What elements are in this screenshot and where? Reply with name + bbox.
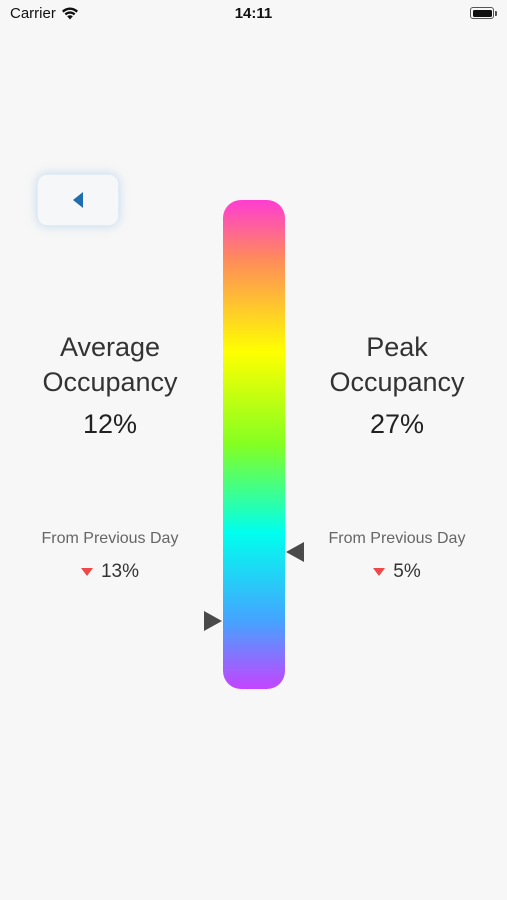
down-triangle-icon bbox=[80, 568, 93, 576]
average-occupancy-value: 12% bbox=[82, 409, 138, 439]
peak-change-caption: From Previous Day bbox=[328, 530, 466, 547]
back-button[interactable] bbox=[37, 174, 119, 226]
down-triangle-icon bbox=[373, 568, 386, 576]
status-bar: Carrier 14:11 bbox=[0, 0, 507, 28]
peak-title-line1: Peak bbox=[366, 332, 428, 362]
peak-change: 5% bbox=[297, 561, 497, 583]
average-occupancy-marker bbox=[204, 610, 222, 631]
occupancy-gradient-bar bbox=[223, 200, 285, 689]
average-change-value: 13% bbox=[100, 561, 140, 582]
average-title-line1: Average bbox=[59, 332, 161, 362]
average-title-line2: Occupancy bbox=[42, 367, 178, 397]
status-time: 14:11 bbox=[234, 5, 273, 22]
average-change: 13% bbox=[10, 561, 210, 583]
average-change-caption: From Previous Day bbox=[41, 530, 179, 547]
peak-change-value: 5% bbox=[393, 561, 421, 582]
average-occupancy-title: Average Occupancy bbox=[10, 330, 210, 400]
battery-icon bbox=[470, 7, 498, 20]
average-occupancy-panel: Average Occupancy 12% From Previous Day … bbox=[10, 330, 210, 582]
peak-occupancy-value: 27% bbox=[369, 409, 425, 439]
peak-title-line2: Occupancy bbox=[329, 367, 465, 397]
caret-left-icon bbox=[73, 192, 83, 208]
peak-occupancy-panel: Peak Occupancy 27% From Previous Day 5% bbox=[297, 330, 497, 582]
peak-occupancy-title: Peak Occupancy bbox=[297, 330, 497, 400]
